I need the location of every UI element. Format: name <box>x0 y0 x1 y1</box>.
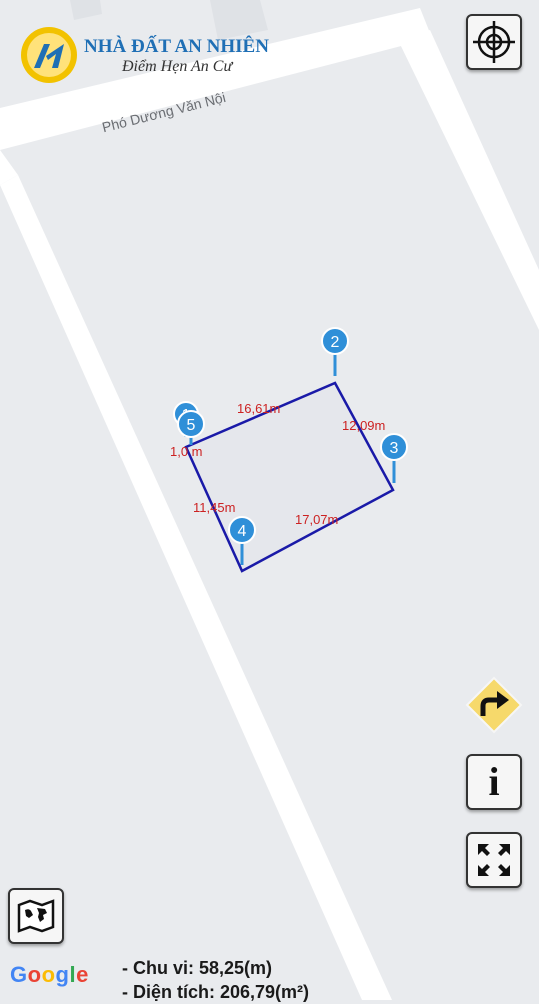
directions-button[interactable] <box>465 676 523 734</box>
google-letter: G <box>10 962 28 987</box>
crosshair-icon <box>473 21 515 63</box>
map-canvas[interactable]: Phó Dương Văn Nội 16,61m 12,09m 17,07m 1… <box>0 0 539 1000</box>
google-attribution: Google <box>10 962 89 988</box>
expand-icon <box>478 844 510 876</box>
edge-label-2-3: 12,09m <box>342 418 385 433</box>
turn-right-arrow-icon <box>465 676 523 734</box>
vertex-label-3: 3 <box>390 440 399 457</box>
world-map-icon <box>17 899 55 933</box>
vertex-label-5: 5 <box>187 417 196 434</box>
google-letter: g <box>55 962 70 987</box>
edge-label-3-4: 17,07m <box>295 512 338 527</box>
vertex-label-2: 2 <box>331 334 340 351</box>
area-text: - Diện tích: 206,79(m²) <box>122 982 310 1002</box>
edge-label-5-1: 1,0 m <box>170 444 203 459</box>
google-letter: e <box>76 962 89 987</box>
parcel-summary: - Chu vi: 58,25(m) - Diện tích: 206,79(m… <box>122 956 309 1004</box>
locate-button[interactable] <box>466 14 522 70</box>
google-letter: o <box>27 962 42 987</box>
google-letter: o <box>41 962 56 987</box>
edge-label-1-2: 16,61m <box>237 401 280 416</box>
brand-slogan: Điểm Hẹn An Cư <box>122 58 233 75</box>
map-type-button[interactable] <box>8 888 64 944</box>
brand-name: NHÀ ĐẤT AN NHIÊN <box>84 36 269 57</box>
perimeter-text: - Chu vi: 58,25(m) <box>122 958 273 978</box>
logo-mark-icon <box>21 27 77 83</box>
info-icon: i <box>488 759 500 804</box>
edge-label-4-5: 11,45m <box>193 500 235 515</box>
info-button[interactable]: i <box>466 754 522 810</box>
brand-logo: NHÀ ĐẤT AN NHIÊN Điểm Hẹn An Cư <box>20 26 270 84</box>
vertex-label-4: 4 <box>238 523 247 540</box>
fullscreen-button[interactable] <box>466 832 522 888</box>
